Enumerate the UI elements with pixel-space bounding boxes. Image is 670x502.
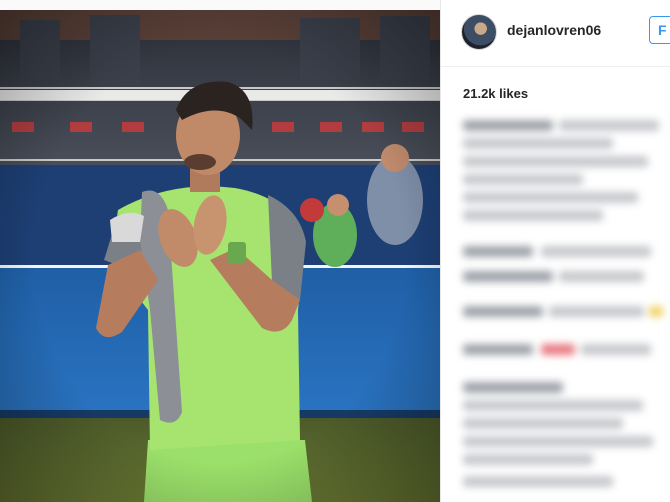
comment-line [463, 306, 543, 317]
comment-line [463, 156, 648, 167]
comment-line [463, 192, 638, 203]
comment-line [463, 476, 613, 487]
comment-line [463, 120, 553, 131]
comment-line [581, 344, 651, 355]
comment-line [463, 344, 533, 355]
comment-line [463, 454, 593, 465]
comment-line [463, 246, 533, 257]
footballer-photo-illustration [0, 10, 440, 502]
comment-line [541, 246, 651, 257]
comment-line [541, 344, 575, 355]
comment-line [463, 174, 583, 185]
comment-line [463, 418, 623, 429]
blurred-comments [459, 116, 670, 496]
likes-count[interactable]: 21.2k likes [463, 86, 528, 101]
comment-line [463, 210, 603, 221]
post-side-panel: dejanlovren06 F 21.2k likes [440, 0, 670, 502]
post-photo[interactable] [0, 10, 440, 502]
comment-line [463, 138, 613, 149]
follow-button[interactable]: F [649, 16, 670, 44]
comment-emoji [649, 306, 663, 317]
comment-line [549, 306, 644, 317]
username-link[interactable]: dejanlovren06 [507, 22, 601, 38]
comment-line [463, 436, 653, 447]
profile-avatar[interactable] [461, 14, 497, 50]
comment-line [463, 400, 643, 411]
comment-line [463, 382, 563, 393]
comment-line [559, 271, 644, 282]
comment-line [559, 120, 659, 131]
post-header: dejanlovren06 F [441, 0, 670, 67]
comment-line [463, 271, 553, 282]
